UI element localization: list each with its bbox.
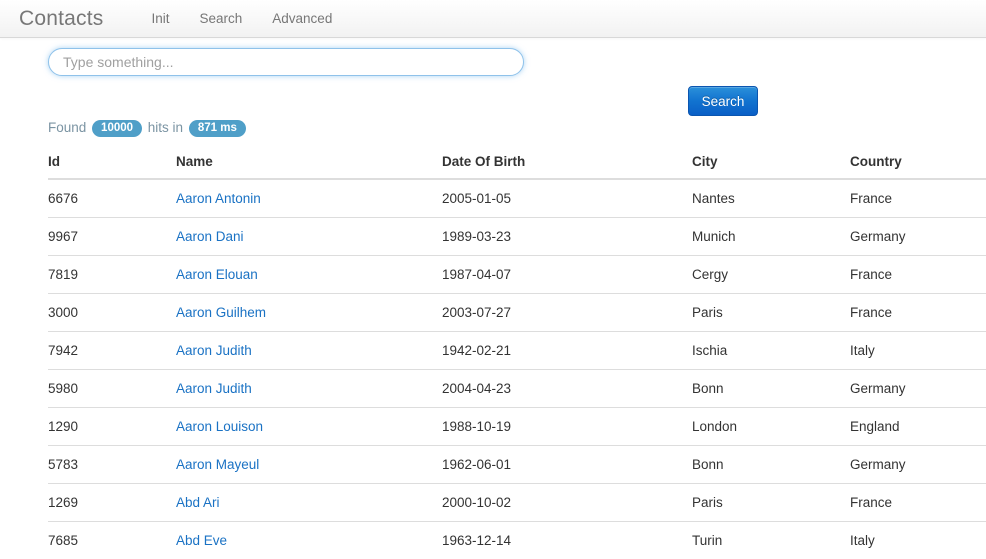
table-row: 3000Aaron Guilhem 2003-07-27ParisFrance: [48, 294, 986, 332]
cell-id: 5980: [48, 370, 176, 408]
cell-city: Ischia: [692, 332, 850, 370]
hits-count-badge: 10000: [92, 120, 142, 137]
cell-id: 7819: [48, 256, 176, 294]
cell-name: Aaron Mayeul: [176, 446, 442, 484]
contact-name-link[interactable]: Abd Eve: [176, 533, 227, 548]
navbar-brand[interactable]: Contacts: [19, 8, 103, 29]
results-table: Id Name Date Of Birth City Country 6676A…: [48, 146, 986, 559]
table-header-row: Id Name Date Of Birth City Country: [48, 146, 986, 179]
column-header-dob[interactable]: Date Of Birth: [442, 146, 692, 179]
hits-prefix-label: Found: [48, 120, 86, 135]
contact-name-link[interactable]: Aaron Antonin: [176, 191, 261, 206]
cell-city: Bonn: [692, 446, 850, 484]
search-button[interactable]: Search: [688, 86, 758, 116]
cell-city: Cergy: [692, 256, 850, 294]
cell-id: 7942: [48, 332, 176, 370]
cell-dob: 1962-06-01: [442, 446, 692, 484]
search-input[interactable]: [48, 48, 524, 76]
results-table-head: Id Name Date Of Birth City Country: [48, 146, 986, 179]
search-row: [0, 38, 986, 84]
contact-name-link[interactable]: Abd Ari: [176, 495, 220, 510]
nav-link-advanced[interactable]: Advanced: [257, 11, 347, 26]
cell-name: Aaron Guilhem: [176, 294, 442, 332]
cell-country: France: [850, 256, 986, 294]
cell-city: Turin: [692, 522, 850, 559]
table-row: 7819Aaron Elouan 1987-04-07CergyFrance: [48, 256, 986, 294]
navbar-links: Init Search Advanced: [136, 11, 347, 26]
cell-country: Germany: [850, 218, 986, 256]
cell-country: France: [850, 179, 986, 218]
cell-city: Munich: [692, 218, 850, 256]
table-row: 1290Aaron Louison 1988-10-19LondonEngland: [48, 408, 986, 446]
cell-name: Aaron Antonin: [176, 179, 442, 218]
nav-link-search[interactable]: Search: [185, 11, 258, 26]
hits-time-badge: 871 ms: [189, 120, 246, 137]
contact-name-link[interactable]: Aaron Guilhem: [176, 305, 266, 320]
cell-country: France: [850, 294, 986, 332]
cell-city: Paris: [692, 294, 850, 332]
cell-country: Italy: [850, 522, 986, 559]
hits-middle-label: hits in: [148, 120, 183, 135]
contact-name-link[interactable]: Aaron Dani: [176, 229, 244, 244]
cell-dob: 1987-04-07: [442, 256, 692, 294]
column-header-name[interactable]: Name: [176, 146, 442, 179]
table-row: 7685Abd Eve 1963-12-14TurinItaly: [48, 522, 986, 559]
cell-dob: 2004-04-23: [442, 370, 692, 408]
contact-name-link[interactable]: Aaron Elouan: [176, 267, 258, 282]
cell-id: 6676: [48, 179, 176, 218]
cell-name: Aaron Louison: [176, 408, 442, 446]
cell-name: Abd Eve: [176, 522, 442, 559]
contact-name-link[interactable]: Aaron Mayeul: [176, 457, 259, 472]
cell-id: 1269: [48, 484, 176, 522]
cell-id: 3000: [48, 294, 176, 332]
cell-id: 1290: [48, 408, 176, 446]
cell-dob: 1989-03-23: [442, 218, 692, 256]
table-row: 7942Aaron Judith 1942-02-21IschiaItaly: [48, 332, 986, 370]
cell-city: Paris: [692, 484, 850, 522]
contact-name-link[interactable]: Aaron Judith: [176, 343, 252, 358]
table-row: 9967Aaron Dani 1989-03-23MunichGermany: [48, 218, 986, 256]
cell-id: 7685: [48, 522, 176, 559]
cell-name: Abd Ari: [176, 484, 442, 522]
cell-dob: 2003-07-27: [442, 294, 692, 332]
cell-dob: 1988-10-19: [442, 408, 692, 446]
cell-country: England: [850, 408, 986, 446]
main-content: Search Found 10000 hits in 871 ms Id Nam…: [0, 38, 986, 84]
cell-city: Nantes: [692, 179, 850, 218]
contact-name-link[interactable]: Aaron Louison: [176, 419, 263, 434]
cell-country: Italy: [850, 332, 986, 370]
cell-id: 5783: [48, 446, 176, 484]
cell-name: Aaron Judith: [176, 370, 442, 408]
cell-city: Bonn: [692, 370, 850, 408]
column-header-city[interactable]: City: [692, 146, 850, 179]
cell-city: London: [692, 408, 850, 446]
column-header-country[interactable]: Country: [850, 146, 986, 179]
contact-name-link[interactable]: Aaron Judith: [176, 381, 252, 396]
cell-country: Germany: [850, 370, 986, 408]
results-table-wrapper: Id Name Date Of Birth City Country 6676A…: [48, 146, 986, 559]
cell-dob: 2005-01-05: [442, 179, 692, 218]
cell-name: Aaron Dani: [176, 218, 442, 256]
table-row: 1269Abd Ari 2000-10-02ParisFrance: [48, 484, 986, 522]
table-row: 6676Aaron Antonin 2005-01-05NantesFrance: [48, 179, 986, 218]
navbar: Contacts Init Search Advanced: [0, 0, 986, 38]
cell-name: Aaron Judith: [176, 332, 442, 370]
column-header-id[interactable]: Id: [48, 146, 176, 179]
hits-summary: Found 10000 hits in 871 ms: [48, 119, 248, 137]
cell-country: Germany: [850, 446, 986, 484]
cell-dob: 1963-12-14: [442, 522, 692, 559]
cell-dob: 1942-02-21: [442, 332, 692, 370]
nav-link-init[interactable]: Init: [136, 11, 184, 26]
table-row: 5980Aaron Judith 2004-04-23BonnGermany: [48, 370, 986, 408]
table-row: 5783Aaron Mayeul 1962-06-01BonnGermany: [48, 446, 986, 484]
cell-name: Aaron Elouan: [176, 256, 442, 294]
cell-country: France: [850, 484, 986, 522]
results-table-body: 6676Aaron Antonin2005-01-05NantesFrance9…: [48, 179, 986, 559]
cell-id: 9967: [48, 218, 176, 256]
cell-dob: 2000-10-02: [442, 484, 692, 522]
